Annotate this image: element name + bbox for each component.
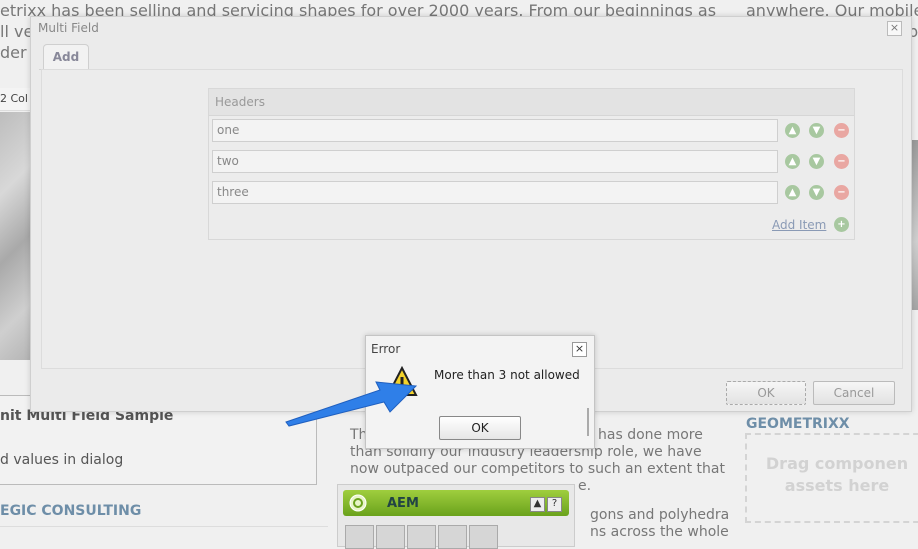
multifield-input[interactable]: two (212, 150, 778, 173)
add-icon[interactable]: + (834, 217, 849, 232)
move-up-icon[interactable]: ▲ (785, 185, 800, 200)
multifield-header: Headers (209, 89, 854, 116)
error-title: Error (371, 342, 401, 356)
column-label: 2 Col (0, 88, 30, 111)
error-message: More than 3 not allowed (434, 368, 580, 382)
move-down-icon[interactable]: ▼ (809, 123, 824, 138)
section-heading: EGIC CONSULTING (0, 503, 142, 519)
components-tab-icon[interactable] (345, 525, 374, 549)
drop-zone[interactable]: Drag componen assets here (745, 433, 918, 523)
body-text-line: now outpaced our competitors to such an … (350, 461, 725, 477)
sidekick-header[interactable]: AEM ▲ ? (343, 490, 569, 516)
sample-subtext: d values in dialog (0, 452, 124, 468)
tab-strip: Add (39, 41, 901, 70)
scrollbar[interactable] (587, 408, 589, 436)
sidekick-panel: AEM ▲ ? (337, 484, 575, 549)
sidekick-title: AEM (387, 496, 419, 511)
body-text-line: e. (578, 478, 592, 494)
lock-tab-icon[interactable] (407, 525, 436, 549)
drop-zone-text: Drag componen (765, 454, 909, 473)
move-up-icon[interactable]: ▲ (785, 123, 800, 138)
drop-zone-text: assets here (784, 476, 890, 495)
close-icon[interactable]: × (887, 21, 902, 36)
help-icon[interactable]: ? (547, 497, 562, 512)
move-down-icon[interactable]: ▼ (809, 185, 824, 200)
add-item-link[interactable]: Add Item (772, 218, 826, 232)
divider (0, 526, 328, 527)
multifield-input[interactable]: one (212, 119, 778, 142)
dialog-title: Multi Field (38, 21, 99, 35)
ok-button[interactable]: OK (726, 381, 806, 405)
hero-image (0, 112, 30, 360)
tab-add[interactable]: Add (43, 44, 89, 69)
multifield-input[interactable]: three (212, 181, 778, 204)
sidekick-logo-icon (349, 494, 367, 512)
collapse-icon[interactable]: ▲ (530, 497, 545, 512)
remove-icon[interactable]: − (834, 154, 849, 169)
annotation-arrow-icon (285, 381, 418, 427)
body-text-line: ns across the whole (590, 524, 729, 540)
versioning-tab-icon[interactable] (438, 525, 467, 549)
close-icon[interactable]: × (572, 342, 587, 357)
workflow-tab-icon[interactable] (469, 525, 498, 549)
remove-icon[interactable]: − (834, 123, 849, 138)
geometrixx-heading: GEOMETRIXX (746, 416, 850, 432)
dialog-panel: Headers one ▲ ▼ − two ▲ ▼ − three ▲ ▼ − … (41, 69, 903, 369)
error-ok-button[interactable]: OK (439, 416, 521, 440)
remove-icon[interactable]: − (834, 185, 849, 200)
page-tab-icon[interactable] (376, 525, 405, 549)
intro-text-line: ll ve (0, 22, 34, 41)
move-up-icon[interactable]: ▲ (785, 154, 800, 169)
move-down-icon[interactable]: ▼ (809, 154, 824, 169)
multifield-container: Headers one ▲ ▼ − two ▲ ▼ − three ▲ ▼ − … (208, 88, 855, 240)
cancel-button[interactable]: Cancel (813, 381, 895, 405)
